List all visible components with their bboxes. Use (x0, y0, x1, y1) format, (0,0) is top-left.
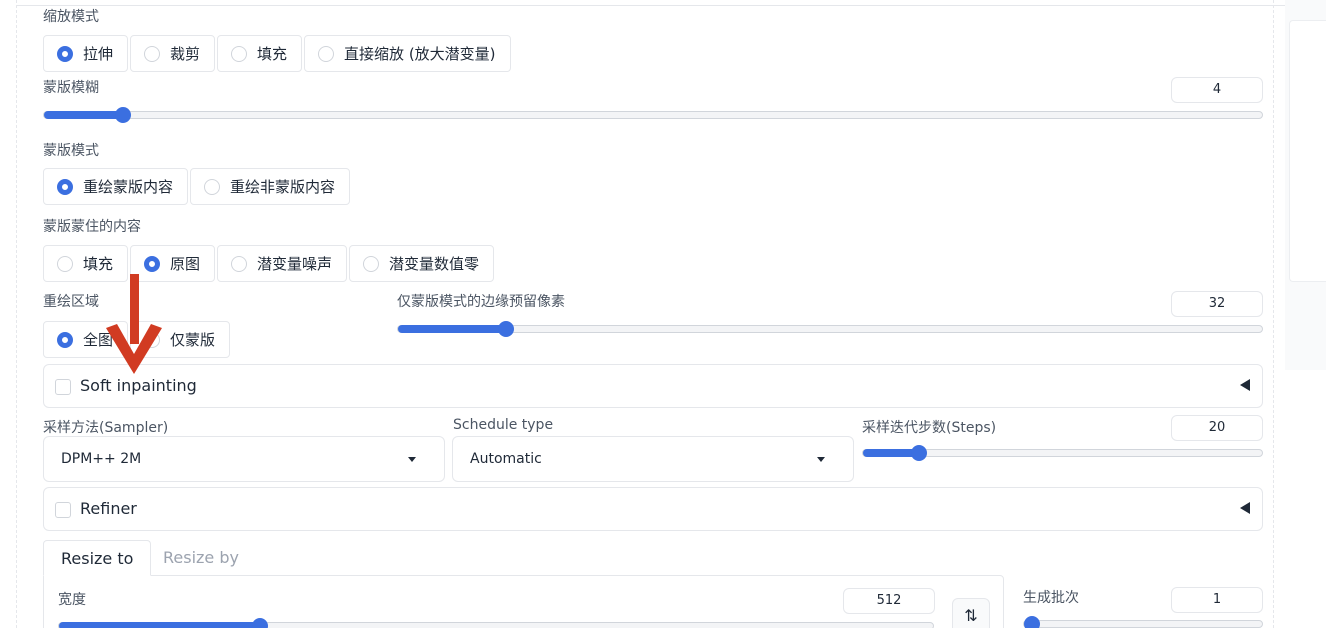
radio-unselected-icon (318, 45, 335, 62)
steps-label: 采样迭代步数(Steps) (862, 420, 997, 436)
batch-count-number-input[interactable]: 1 (1171, 587, 1263, 613)
option-label: 填充 (83, 255, 114, 273)
radio-unselected-icon (231, 255, 248, 272)
batch-count-label: 生成批次 (1023, 590, 1079, 606)
width-number-input[interactable]: 512 (843, 588, 935, 614)
soft-inpainting-checkbox[interactable] (55, 379, 71, 395)
resize-mode-radio-group: 拉伸 裁剪 填充 直接缩放 (放大潜变量) (43, 35, 511, 72)
refiner-accordion[interactable]: Refiner (43, 487, 1263, 531)
option-label: 仅蒙版 (170, 331, 216, 349)
tab-resize-to[interactable]: Resize to (43, 540, 152, 576)
soft-inpainting-accordion[interactable]: Soft inpainting (43, 364, 1263, 408)
resize-mode-option-crop[interactable]: 裁剪 (130, 35, 216, 72)
mask-blur-label: 蒙版模糊 (43, 80, 99, 96)
option-label: 直接缩放 (放大潜变量) (344, 45, 496, 63)
sampler-dropdown[interactable]: DPM++ 2M (43, 436, 445, 482)
swap-dimensions-button[interactable]: ⇅ (952, 598, 990, 628)
option-label: 裁剪 (170, 45, 201, 63)
masked-content-option-latent-noise[interactable]: 潜变量噪声 (217, 245, 348, 282)
schedule-type-dropdown[interactable]: Automatic (452, 436, 854, 482)
resize-mode-label: 缩放模式 (43, 9, 99, 25)
masked-content-label: 蒙版蒙住的内容 (43, 219, 141, 235)
collapse-triangle-icon[interactable] (1240, 379, 1250, 391)
sampler-label: 采样方法(Sampler) (43, 420, 169, 436)
resize-mode-option-fill[interactable]: 填充 (217, 35, 303, 72)
option-label: 潜变量噪声 (257, 255, 333, 273)
radio-selected-icon (57, 45, 73, 62)
resize-mode-option-stretch[interactable]: 拉伸 (43, 35, 129, 72)
size-tabs: Resize to Resize by (43, 540, 1004, 628)
option-label: 拉伸 (83, 45, 114, 63)
slider-fill (59, 622, 261, 628)
chevron-down-icon (817, 457, 825, 462)
left-frame-border (16, 0, 17, 628)
slider-thumb[interactable] (498, 321, 514, 337)
refiner-title: Refiner (80, 499, 137, 518)
chevron-down-icon (408, 457, 416, 462)
radio-unselected-icon (57, 255, 73, 272)
radio-unselected-icon (363, 255, 380, 272)
sampler-value: DPM++ 2M (61, 451, 142, 467)
mask-mode-option-inpaint-not-masked[interactable]: 重绘非蒙版内容 (190, 168, 351, 205)
width-label: 宽度 (58, 592, 86, 608)
mask-mode-label: 蒙版模式 (43, 143, 99, 159)
only-masked-padding-slider[interactable] (397, 321, 1263, 337)
radio-selected-icon (57, 178, 73, 195)
radio-unselected-icon (144, 45, 161, 62)
steps-slider[interactable] (862, 445, 1263, 461)
only-masked-padding-number-input[interactable]: 32 (1171, 291, 1263, 317)
right-frame-border (1273, 0, 1274, 628)
slider-thumb[interactable] (115, 107, 132, 123)
option-label: 重绘蒙版内容 (83, 178, 174, 196)
option-label: 潜变量数值零 (389, 255, 480, 273)
slider-fill (44, 111, 124, 119)
collapse-triangle-icon[interactable] (1240, 502, 1250, 514)
option-label: 填充 (257, 45, 288, 63)
only-masked-padding-label: 仅蒙版模式的边缘预留像素 (397, 294, 565, 310)
tab-resize-by[interactable]: Resize by (146, 540, 256, 576)
mask-blur-slider[interactable] (43, 107, 1263, 123)
arrow-shaft (130, 274, 139, 344)
mask-mode-option-inpaint-masked[interactable]: 重绘蒙版内容 (43, 168, 189, 205)
width-slider[interactable] (58, 618, 934, 628)
red-down-arrow-annotation (106, 274, 162, 374)
schedule-type-label: Schedule type (453, 417, 554, 433)
slider-fill (398, 325, 506, 333)
slider-thumb[interactable] (1024, 616, 1040, 628)
inpaint-area-label: 重绘区域 (43, 294, 99, 310)
masked-content-option-latent-nothing[interactable]: 潜变量数值零 (349, 245, 495, 282)
radio-selected-icon (57, 331, 73, 348)
swap-icon: ⇅ (964, 606, 978, 625)
steps-number-input[interactable]: 20 (1171, 415, 1263, 441)
option-label: 原图 (170, 255, 201, 273)
radio-unselected-icon (231, 45, 248, 62)
radio-unselected-icon (204, 178, 221, 195)
option-label: 重绘非蒙版内容 (230, 178, 336, 196)
radio-selected-icon (144, 255, 161, 272)
schedule-type-value: Automatic (470, 451, 542, 467)
refiner-checkbox[interactable] (55, 502, 71, 518)
slider-thumb[interactable] (910, 445, 927, 461)
resize-mode-option-latent-upscale[interactable]: 直接缩放 (放大潜变量) (304, 35, 511, 72)
batch-count-slider[interactable] (1023, 616, 1263, 628)
mask-blur-number-input[interactable]: 4 (1171, 77, 1263, 103)
right-side-panel (1289, 20, 1326, 282)
slider-thumb[interactable] (252, 618, 269, 628)
top-divider (16, 5, 1326, 6)
mask-mode-radio-group: 重绘蒙版内容 重绘非蒙版内容 (43, 168, 351, 205)
